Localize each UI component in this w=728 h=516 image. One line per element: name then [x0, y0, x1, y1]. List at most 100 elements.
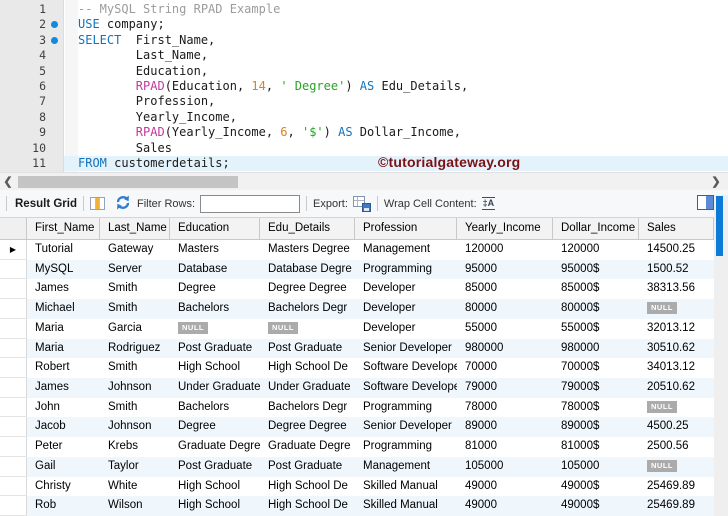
column-header-sales[interactable]: Sales — [639, 218, 714, 239]
result-grid-tab-label[interactable]: Result Grid — [15, 198, 77, 210]
grid-cell[interactable]: Post Graduate — [260, 456, 355, 477]
row-selector[interactable] — [0, 496, 27, 516]
grid-cell[interactable]: 25469.89 — [639, 496, 714, 516]
grid-cell[interactable]: 49000 — [457, 496, 553, 516]
grid-cell[interactable]: Post Graduate — [170, 456, 260, 477]
grid-cell[interactable]: 1500.52 — [639, 259, 714, 280]
table-row[interactable]: James Smith Degree Degree Degree Developer 85… — [0, 279, 714, 300]
editor-line[interactable]: 10 Sales — [0, 141, 728, 156]
grid-cell[interactable]: Michael — [27, 299, 100, 319]
grid-cell[interactable]: Robert — [27, 358, 100, 378]
table-row[interactable]: Maria Rodriguez Post Graduate Post Graduate… — [0, 338, 714, 359]
grid-cell[interactable]: 105000 — [553, 456, 639, 477]
grid-cell[interactable]: High School — [170, 477, 260, 497]
grid-cell[interactable]: Developer — [355, 319, 457, 339]
grid-cell[interactable]: 4500.25 — [639, 417, 714, 438]
row-selector[interactable] — [0, 476, 27, 497]
grid-cell[interactable]: 89000 — [457, 417, 553, 438]
grid-cell[interactable]: 70000$ — [553, 358, 639, 378]
editor-line[interactable]: 3 SELECT First_Name, — [0, 33, 728, 48]
row-selector[interactable] — [0, 378, 27, 398]
grid-cell[interactable]: 81000 — [457, 437, 553, 457]
grid-cell[interactable]: 49000$ — [553, 496, 639, 516]
table-row[interactable]: Christy White High School High School De Ski… — [0, 476, 714, 497]
grid-cell[interactable]: Programming — [355, 437, 457, 457]
grid-cell[interactable]: 120000 — [553, 240, 639, 260]
row-selector[interactable] — [0, 279, 27, 300]
grid-cell[interactable]: Under Graduate — [260, 378, 355, 398]
grid-cell[interactable]: Degree Degree — [260, 417, 355, 438]
grid-cell[interactable]: 30510.62 — [639, 338, 714, 359]
sidebar-panel-toggle-icon[interactable] — [697, 195, 714, 210]
sql-editor[interactable]: 1 -- MySQL String RPAD Example 2 USE compan… — [0, 0, 728, 172]
grid-cell[interactable]: Johnson — [100, 378, 170, 398]
grid-cell[interactable]: NULL — [170, 319, 260, 339]
export-icon[interactable] — [352, 195, 371, 212]
grid-cell[interactable]: 105000 — [457, 456, 553, 477]
grid-cell[interactable]: 95000 — [457, 259, 553, 280]
grid-cell[interactable]: Software Developer — [355, 358, 457, 378]
grid-cell[interactable]: Smith — [100, 398, 170, 418]
grid-cell[interactable]: Software Developer — [355, 378, 457, 398]
column-header-profession[interactable]: Profession — [355, 218, 457, 239]
grid-cell[interactable]: High School — [170, 358, 260, 378]
grid-cell[interactable]: NULL — [260, 319, 355, 339]
grid-cell[interactable]: 79000 — [457, 378, 553, 398]
grid-cell[interactable]: James — [27, 279, 100, 299]
grid-cell[interactable]: Database Degre — [260, 259, 355, 280]
grid-cell[interactable]: NULL — [639, 456, 714, 477]
grid-cell[interactable]: 95000$ — [553, 259, 639, 280]
column-header-last_name[interactable]: Last_Name — [100, 218, 170, 239]
grid-cell[interactable]: Programming — [355, 259, 457, 280]
grid-cell[interactable]: Skilled Manual — [355, 477, 457, 497]
editor-line[interactable]: 5 Education, — [0, 64, 728, 79]
wrap-cell-content-icon[interactable]: ‡A — [481, 197, 496, 210]
grid-cell[interactable]: High School De — [260, 496, 355, 516]
column-header-edu_details[interactable]: Edu_Details — [260, 218, 355, 239]
grid-cell[interactable]: Christy — [27, 477, 100, 497]
grid-cell[interactable]: 25469.89 — [639, 477, 714, 497]
editor-line[interactable]: 6 RPAD(Education, 14, ' Degree') AS Edu_… — [0, 79, 728, 94]
grid-cell[interactable]: 79000$ — [553, 378, 639, 398]
grid-cell[interactable]: Smith — [100, 358, 170, 378]
grid-cell[interactable]: Management — [355, 456, 457, 477]
grid-cell[interactable]: Maria — [27, 338, 100, 359]
grid-cell[interactable]: Taylor — [100, 456, 170, 477]
grid-cell[interactable]: Garcia — [100, 319, 170, 339]
grid-cell[interactable]: Masters — [170, 240, 260, 260]
table-row[interactable]: Robert Smith High School High School De Soft… — [0, 358, 714, 379]
grid-cell[interactable]: Bachelors Degr — [260, 398, 355, 418]
grid-cell[interactable]: 49000 — [457, 477, 553, 497]
row-selector[interactable] — [0, 437, 27, 457]
grid-cell[interactable]: 78000 — [457, 398, 553, 418]
table-row[interactable]: Maria Garcia NULL NULL Developer 55000 55000$ 3… — [0, 318, 714, 339]
grid-cell[interactable]: High School — [170, 496, 260, 516]
grid-cell[interactable]: Management — [355, 240, 457, 260]
row-selector[interactable] — [0, 259, 27, 280]
editor-line[interactable]: 7 Profession, — [0, 94, 728, 109]
grid-cell[interactable]: 55000 — [457, 319, 553, 339]
row-selector[interactable] — [0, 417, 27, 438]
grid-cell[interactable]: High School De — [260, 477, 355, 497]
grid-cell[interactable]: White — [100, 477, 170, 497]
grid-cell[interactable]: 120000 — [457, 240, 553, 260]
grid-cell[interactable]: 70000 — [457, 358, 553, 378]
scroll-right-icon[interactable]: ❯ — [709, 175, 723, 189]
grid-cell[interactable]: Graduate Degre — [260, 437, 355, 457]
grid-cell[interactable]: NULL — [639, 398, 714, 418]
grid-cell[interactable]: Post Graduate — [260, 338, 355, 359]
grid-cell[interactable]: 49000$ — [553, 477, 639, 497]
grid-cell[interactable]: Senior Developer — [355, 417, 457, 438]
row-selector[interactable] — [0, 318, 27, 339]
grid-cell[interactable]: Maria — [27, 319, 100, 339]
table-row[interactable]: John Smith Bachelors Bachelors Degr Programm… — [0, 397, 714, 418]
row-selector[interactable] — [0, 338, 27, 359]
grid-cell[interactable]: Rodriguez — [100, 338, 170, 359]
filter-rows-input[interactable] — [200, 194, 301, 213]
grid-cell[interactable]: NULL — [639, 299, 714, 319]
row-selector[interactable] — [0, 397, 27, 418]
grid-cell[interactable]: 80000$ — [553, 299, 639, 319]
grid-cell[interactable]: Skilled Manual — [355, 496, 457, 516]
grid-cell[interactable]: Gateway — [100, 240, 170, 260]
grid-cell[interactable]: Smith — [100, 279, 170, 299]
